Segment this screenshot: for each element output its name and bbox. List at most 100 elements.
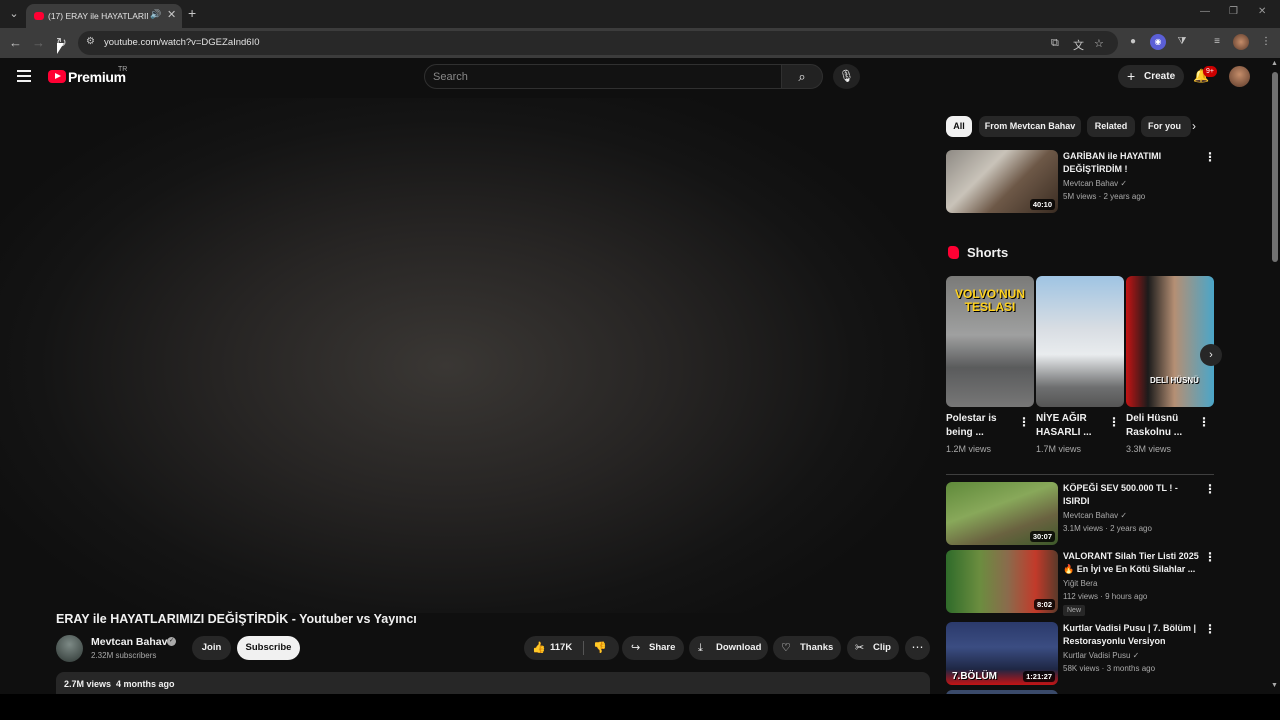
recommendation-meta: 58K views · 3 months ago — [1063, 664, 1156, 673]
kebab-menu-icon[interactable]: ⋮ — [1258, 34, 1274, 50]
scrollbar-thumb[interactable] — [1272, 72, 1278, 262]
new-tab-button[interactable]: + — [188, 5, 196, 21]
install-icon[interactable]: ⧉ — [1051, 37, 1059, 50]
tab-search-icon[interactable]: ⌄ — [6, 6, 22, 22]
browser-tab[interactable]: (17) ERAY ile HAYATLARIMIZI DEĞİŞTİRDİK … — [26, 4, 182, 28]
more-options-icon[interactable]: ⋮ — [1204, 622, 1216, 636]
mouse-cursor-icon — [57, 43, 64, 54]
page-scrollbar[interactable]: ▲ ▼ — [1270, 58, 1280, 694]
share-icon: ↪ — [631, 642, 641, 654]
recommendation-item[interactable]: 40:10 GARİBAN ile HAYATIMI DEĞİŞTİRDİM !… — [946, 150, 1216, 214]
short-title[interactable]: Deli Hüsnü Raskolnu ... — [1126, 412, 1198, 440]
recommendation-channel[interactable]: Yiğit Bera — [1063, 579, 1097, 588]
more-options-icon[interactable]: ⋮ — [1108, 415, 1120, 429]
short-thumbnail[interactable]: VOLVO'NUN TESLASI — [946, 276, 1034, 407]
download-icon: ⤓ — [698, 642, 703, 654]
recommendation-title[interactable]: VALORANT Silah Tier Listi 2025 🔥 En İyi … — [1063, 550, 1203, 576]
short-thumbnail[interactable]: DELİ HÜSNÜ — [1126, 276, 1214, 407]
recommendation-channel[interactable]: Kurtlar Vadisi Pusu ✓ — [1063, 651, 1139, 660]
site-info-icon[interactable]: ⚙ — [86, 36, 95, 47]
extensions-icon[interactable]: ⧩ — [1174, 34, 1190, 50]
recommendation-title[interactable]: GARİBAN ile HAYATIMI DEĞİŞTİRDİM ! — [1063, 150, 1203, 176]
chip-all[interactable]: All — [946, 116, 972, 137]
more-options-icon[interactable]: ⋮ — [1204, 482, 1216, 496]
search-input[interactable] — [433, 69, 763, 85]
dislike-icon[interactable]: 👎 — [593, 636, 607, 660]
more-options-icon[interactable]: ⋮ — [1018, 415, 1030, 429]
clip-label: Clip — [873, 642, 891, 653]
short-title[interactable]: Polestar is being ... — [946, 412, 1018, 440]
browser-toolbar: ← → ↻ ⚙ youtube.com/watch?v=DGEZaInd6I0 … — [0, 28, 1280, 58]
recommendation-item[interactable]: 30:07 KÖPEĞİ SEV 500.000 TL ! - ISIRDI M… — [946, 482, 1216, 546]
search-icon[interactable]: ⌕ — [781, 64, 823, 89]
audio-icon[interactable]: 🔊 — [150, 9, 161, 20]
video-player[interactable] — [0, 98, 930, 613]
like-icon[interactable]: 👍 — [532, 636, 546, 660]
recommendation-channel[interactable]: Mevtcan Bahav ✓ — [1063, 179, 1127, 188]
description-box[interactable]: 2.7M views 4 months ago — [56, 672, 930, 694]
channel-name[interactable]: Mevtcan Bahav — [91, 636, 167, 648]
verified-icon: ✓ — [1132, 651, 1140, 660]
url-text[interactable]: youtube.com/watch?v=DGEZaInd6I0 — [104, 37, 260, 48]
thumbnail-overlay-text: 7.BÖLÜM — [952, 671, 997, 682]
create-button[interactable]: + Create — [1118, 65, 1184, 88]
video-thumbnail[interactable]: 40:10 — [946, 150, 1058, 213]
translate-icon[interactable]: 文 — [1073, 37, 1084, 53]
chip-for-you[interactable]: For you — [1141, 116, 1191, 137]
chevron-right-icon[interactable]: › — [1192, 119, 1196, 133]
shorts-icon — [948, 246, 959, 259]
chevron-right-icon[interactable]: › — [1200, 344, 1222, 366]
discord-extension-icon[interactable]: ◉ — [1150, 34, 1166, 50]
more-options-icon[interactable]: ⋮ — [1204, 550, 1216, 564]
new-badge: New — [1063, 605, 1086, 616]
thanks-label: Thanks — [800, 642, 834, 653]
more-actions-icon[interactable]: ⋯ — [905, 636, 930, 660]
subscriber-count: 2.32M subscribers — [91, 651, 157, 660]
minimize-icon[interactable]: — — [1200, 6, 1210, 17]
recommendation-item[interactable]: 8:02 VALORANT Silah Tier Listi 2025 🔥 En… — [946, 550, 1216, 616]
recommendation-item[interactable]: 7.BÖLÜM 1:21:27 Kurtlar Vadisi Pusu | 7.… — [946, 622, 1216, 686]
back-icon[interactable]: ← — [9, 35, 22, 51]
video-thumbnail[interactable]: 30:07 — [946, 482, 1058, 545]
forward-icon[interactable]: → — [32, 35, 45, 51]
share-button[interactable]: ↪ Share — [622, 636, 684, 660]
join-button[interactable]: Join — [192, 636, 231, 660]
profile-avatar[interactable] — [1233, 34, 1249, 50]
video-thumbnail[interactable]: 8:02 — [946, 550, 1058, 613]
close-icon[interactable]: ✕ — [167, 8, 176, 21]
chip-related[interactable]: Related — [1087, 116, 1135, 137]
media-icon[interactable]: ≡ — [1209, 34, 1225, 50]
recommendation-title[interactable]: Kurtlar Vadisi Pusu | 7. Bölüm | Restora… — [1063, 622, 1203, 648]
account-avatar[interactable] — [1229, 66, 1250, 87]
bookmark-star-icon[interactable]: ☆ — [1094, 37, 1104, 50]
microphone-icon[interactable]: 🎙 — [833, 64, 860, 89]
subscribe-button[interactable]: Subscribe — [237, 636, 300, 660]
restore-icon[interactable]: ❐ — [1229, 6, 1238, 17]
bottom-bar — [0, 694, 1280, 720]
scroll-down-icon[interactable]: ▼ — [1271, 682, 1278, 689]
clip-button[interactable]: ✂ Clip — [847, 636, 899, 660]
youtube-play-icon — [48, 70, 66, 83]
share-label: Share — [649, 642, 676, 653]
more-options-icon[interactable]: ⋮ — [1198, 415, 1210, 429]
chip-from-channel[interactable]: From Mevtcan Bahav — [979, 116, 1081, 137]
recommendation-meta: 3.1M views · 2 years ago — [1063, 524, 1152, 533]
country-code: TR — [118, 66, 128, 73]
channel-avatar[interactable] — [56, 635, 83, 662]
more-options-icon[interactable]: ⋮ — [1204, 150, 1216, 164]
download-button[interactable]: ⤓ Download — [689, 636, 768, 660]
duration-badge: 30:07 — [1029, 531, 1055, 542]
duration-badge: 40:10 — [1029, 199, 1055, 210]
short-thumbnail[interactable] — [1036, 276, 1124, 407]
thanks-button[interactable]: ♡ Thanks — [773, 636, 841, 660]
short-title[interactable]: NİYE AĞIR HASARLI ... — [1036, 412, 1108, 440]
recommendation-channel[interactable]: Mevtcan Bahav ✓ — [1063, 511, 1127, 520]
video-thumbnail[interactable]: 7.BÖLÜM 1:21:27 — [946, 622, 1058, 685]
like-count[interactable]: 117K — [550, 636, 572, 660]
extension-dot-icon[interactable]: ● — [1125, 34, 1141, 50]
address-bar[interactable]: ⚙ youtube.com/watch?v=DGEZaInd6I0 ⧉ 文 ☆ — [78, 31, 1118, 55]
scroll-up-icon[interactable]: ▲ — [1271, 60, 1278, 67]
recommendation-title[interactable]: KÖPEĞİ SEV 500.000 TL ! - ISIRDI — [1063, 482, 1203, 508]
window-close-icon[interactable]: ✕ — [1258, 6, 1266, 17]
hamburger-menu-icon[interactable] — [17, 70, 31, 85]
